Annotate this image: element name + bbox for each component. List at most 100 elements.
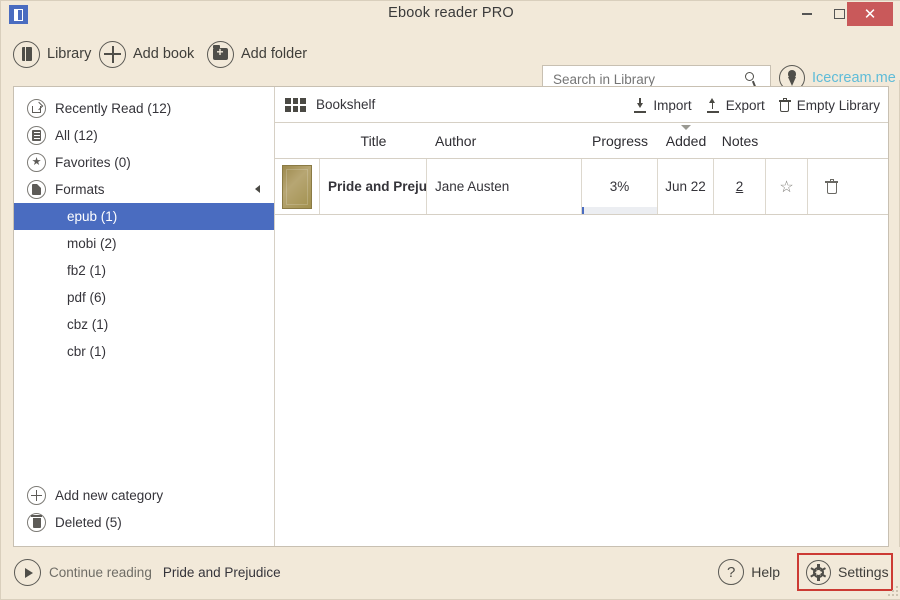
trash-icon	[778, 98, 791, 112]
continue-reading-button[interactable]: Continue reading Pride and Prejudice	[14, 559, 281, 586]
bookshelf-label: Bookshelf	[316, 97, 376, 112]
bookshelf-view-toggle[interactable]: Bookshelf	[275, 97, 375, 112]
column-header-progress[interactable]: Progress	[582, 133, 658, 149]
sidebar-format-label: epub (1)	[67, 209, 118, 224]
book-icon	[13, 40, 40, 68]
brand-label: Icecream.me	[812, 70, 896, 86]
play-icon[interactable]	[14, 559, 41, 586]
close-icon: ✕	[863, 5, 877, 23]
add-folder-button[interactable]: Add folder	[207, 39, 307, 69]
column-header-author[interactable]: Author	[427, 133, 582, 149]
book-added-cell: Jun 22	[658, 159, 714, 214]
maximize-icon	[833, 9, 845, 19]
progress-bar-track	[582, 207, 657, 214]
column-header-notes[interactable]: Notes	[714, 133, 766, 149]
search-input[interactable]	[543, 71, 733, 87]
sidebar-item-add-new-category[interactable]: Add new category	[14, 482, 274, 509]
header-actions: Import Export Empty Library	[619, 87, 880, 123]
export-label: Export	[725, 97, 765, 113]
sidebar-item-label: Favorites (0)	[55, 155, 131, 170]
caret-down-icon	[681, 124, 691, 130]
sidebar-format-fb2[interactable]: fb2 (1)	[14, 257, 274, 284]
sidebar-item-formats[interactable]: Formats	[14, 176, 274, 203]
continue-reading-label: Continue reading	[49, 565, 152, 580]
status-bar: Continue reading Pride and Prejudice ? H…	[1, 547, 900, 599]
sidebar-format-mobi[interactable]: mobi (2)	[14, 230, 274, 257]
sidebar: Recently Read (12) All (12) ★ Favorites …	[14, 87, 275, 546]
book-cover-cell	[275, 159, 320, 214]
toolbar: Library Add book Add folder Icecream.me	[1, 27, 900, 93]
sidebar-item-label: Formats	[55, 182, 105, 197]
resize-grip-icon[interactable]	[887, 585, 898, 596]
settings-label: Settings	[838, 564, 889, 580]
import-button[interactable]: Import	[633, 97, 692, 113]
empty-library-button[interactable]: Empty Library	[778, 97, 880, 113]
progress-bar-fill	[582, 207, 585, 214]
sidebar-item-label: All (12)	[55, 128, 98, 143]
share-arrow-icon	[27, 99, 46, 118]
library-label: Library	[47, 46, 92, 62]
add-book-button[interactable]: Add book	[99, 39, 194, 69]
import-icon	[633, 97, 647, 113]
book-author-cell: Jane Austen	[427, 159, 582, 214]
sidebar-item-favorites[interactable]: ★ Favorites (0)	[14, 149, 274, 176]
sidebar-item-recently-read[interactable]: Recently Read (12)	[14, 95, 274, 122]
star-icon: ★	[27, 153, 46, 172]
grid-icon	[285, 97, 306, 112]
minimize-icon	[802, 13, 812, 15]
trash-icon	[825, 179, 838, 194]
help-label: Help	[751, 564, 780, 580]
caret-left-icon[interactable]	[255, 185, 260, 193]
book-progress-label: 3%	[609, 179, 630, 194]
main-header: Bookshelf Import Export Empty Library	[275, 87, 888, 123]
library-button[interactable]: Library	[13, 39, 91, 69]
column-header-added-label: Added	[665, 132, 707, 149]
star-outline-icon: ☆	[779, 178, 794, 196]
column-header-added[interactable]: Added	[658, 124, 714, 149]
sidebar-item-label: Deleted (5)	[55, 515, 122, 530]
book-notes-cell[interactable]: 2	[714, 159, 766, 214]
sidebar-item-label: Recently Read (12)	[55, 101, 172, 116]
sidebar-format-label: mobi (2)	[67, 236, 117, 251]
window-title: Ebook reader PRO	[388, 5, 514, 21]
sidebar-format-label: pdf (6)	[67, 290, 107, 305]
gear-icon	[806, 559, 831, 585]
export-button[interactable]: Export	[706, 97, 765, 113]
question-mark-icon: ?	[718, 559, 745, 585]
delete-book-button[interactable]	[808, 159, 855, 214]
settings-button[interactable]: Settings	[797, 553, 893, 591]
book-title-cell: Pride and Preju	[320, 159, 427, 214]
sidebar-format-cbr[interactable]: cbr (1)	[14, 338, 274, 365]
plus-icon	[99, 40, 126, 68]
table-row[interactable]: Pride and Preju Jane Austen 3% Jun 22 2 …	[275, 159, 888, 215]
add-book-label: Add book	[133, 46, 195, 62]
column-header-author-label: Author	[435, 132, 477, 149]
import-label: Import	[653, 97, 692, 113]
notes-link[interactable]: 2	[736, 179, 744, 194]
page-icon	[27, 180, 46, 199]
table-header: Title Author Progress Added Notes	[275, 123, 888, 159]
sidebar-format-label: fb2 (1)	[67, 263, 107, 278]
sidebar-format-epub[interactable]: epub (1)	[14, 203, 274, 230]
sidebar-format-label: cbz (1)	[67, 317, 109, 332]
title-bar: Ebook reader PRO ✕	[1, 1, 900, 27]
sidebar-item-all[interactable]: All (12)	[14, 122, 274, 149]
sidebar-item-deleted[interactable]: Deleted (5)	[14, 509, 274, 536]
sidebar-format-pdf[interactable]: pdf (6)	[14, 284, 274, 311]
help-button[interactable]: ? Help	[718, 559, 780, 585]
table-body: Pride and Preju Jane Austen 3% Jun 22 2 …	[275, 159, 888, 215]
book-cover-thumbnail	[282, 164, 312, 209]
empty-library-label: Empty Library	[796, 97, 880, 113]
main-area: Bookshelf Import Export Empty Library Ti…	[275, 87, 888, 546]
close-button[interactable]: ✕	[847, 2, 893, 26]
trash-icon	[27, 513, 46, 532]
add-folder-label: Add folder	[241, 46, 308, 62]
minimize-button[interactable]	[791, 1, 823, 27]
favorite-toggle[interactable]: ☆	[766, 159, 808, 214]
sidebar-format-cbz[interactable]: cbz (1)	[14, 311, 274, 338]
plus-circle-icon	[27, 486, 46, 505]
column-header-title[interactable]: Title	[320, 133, 427, 149]
list-icon	[27, 126, 46, 145]
sidebar-bottom-group: Add new category Deleted (5)	[14, 482, 274, 536]
application-window: Ebook reader PRO ✕ Library Add book Add …	[0, 0, 900, 600]
